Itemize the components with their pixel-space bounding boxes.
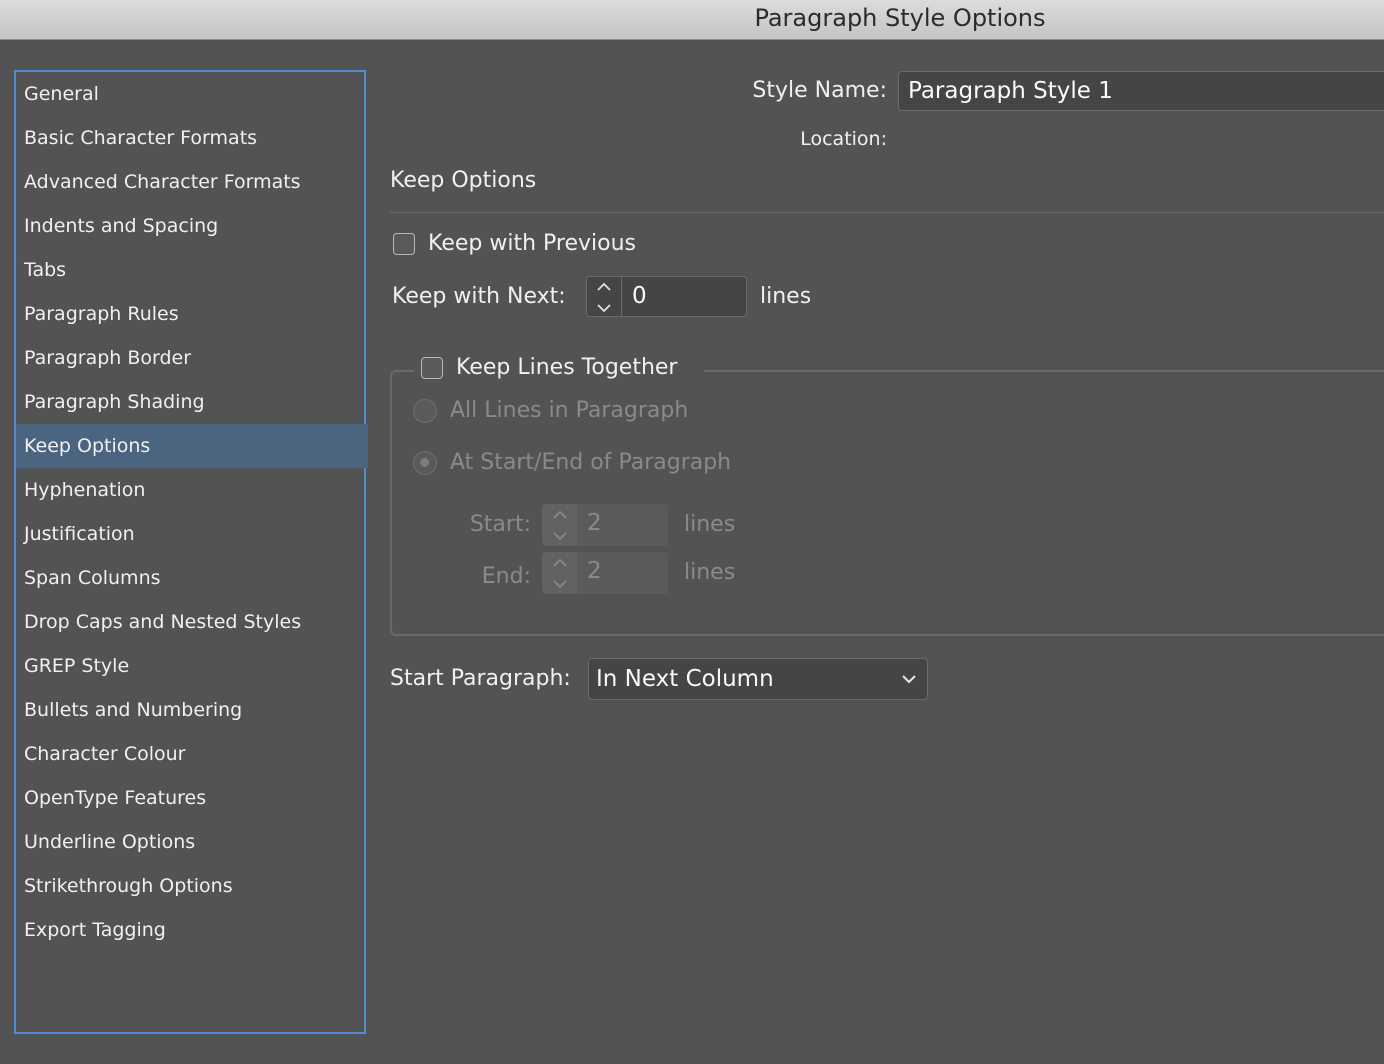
sidebar-item-basic-character-formats[interactable]: Basic Character Formats [16,116,368,160]
up-down-arrows-icon [553,510,567,541]
stepper-arrows-icon[interactable] [542,552,577,594]
end-value[interactable]: 2 [587,552,602,594]
sidebar-item-keep-options[interactable]: Keep Options [16,424,368,468]
keep-with-next-unit: lines [760,284,812,309]
sidebar-item-drop-caps-and-nested-styles[interactable]: Drop Caps and Nested Styles [16,600,368,644]
end-stepper[interactable]: 2 [542,552,668,594]
location-label: Location: [800,128,887,150]
sidebar-item-paragraph-border[interactable]: Paragraph Border [16,336,368,380]
keep-with-next-stepper[interactable]: 0 [586,276,747,317]
keep-with-next-label: Keep with Next: [392,284,566,309]
sidebar-item-paragraph-shading[interactable]: Paragraph Shading [16,380,368,424]
keep-lines-together-checkbox[interactable] [421,357,443,379]
start-end-label: At Start/End of Paragraph [450,450,732,475]
start-label: Start: [469,512,531,537]
start-unit: lines [684,512,736,537]
sidebar-item-bullets-and-numbering[interactable]: Bullets and Numbering [16,688,368,732]
start-paragraph-dropdown[interactable]: In Next Column [588,658,928,700]
start-paragraph-label: Start Paragraph: [390,666,571,691]
chevron-down-icon [902,675,916,684]
sidebar-item-span-columns[interactable]: Span Columns [16,556,368,600]
sidebar-item-strikethrough-options[interactable]: Strikethrough Options [16,864,368,908]
sidebar-item-underline-options[interactable]: Underline Options [16,820,368,864]
stepper-arrows-icon[interactable] [587,277,622,316]
keep-lines-together-label: Keep Lines Together [456,355,678,380]
keep-with-next-value[interactable]: 0 [632,277,647,316]
style-name-label: Style Name: [752,78,887,103]
up-down-arrows-icon [597,282,611,313]
start-paragraph-value: In Next Column [596,666,774,692]
all-lines-label: All Lines in Paragraph [450,398,689,423]
end-unit: lines [684,560,736,585]
sidebar-item-tabs[interactable]: Tabs [16,248,368,292]
section-divider [390,212,1384,213]
start-end-radio[interactable] [413,451,437,475]
sidebar-item-character-colour[interactable]: Character Colour [16,732,368,776]
sidebar-item-opentype-features[interactable]: OpenType Features [16,776,368,820]
keep-with-previous-checkbox[interactable] [393,233,415,255]
sidebar-item-export-tagging[interactable]: Export Tagging [16,908,368,952]
category-list[interactable]: General Basic Character Formats Advanced… [14,70,368,1034]
sidebar-item-paragraph-rules[interactable]: Paragraph Rules [16,292,368,336]
start-value[interactable]: 2 [587,504,602,546]
keep-with-previous-label: Keep with Previous [428,231,637,256]
radio-selected-dot [420,458,429,467]
all-lines-radio[interactable] [413,399,437,423]
section-title: Keep Options [390,168,537,193]
title-bar: Paragraph Style Options [0,0,1384,40]
start-stepper[interactable]: 2 [542,504,668,546]
style-name-input[interactable]: Paragraph Style 1 [898,71,1384,111]
end-label: End: [481,564,531,589]
up-down-arrows-icon [553,558,567,589]
sidebar-item-advanced-character-formats[interactable]: Advanced Character Formats [16,160,368,204]
sidebar-item-grep-style[interactable]: GREP Style [16,644,368,688]
sidebar-item-hyphenation[interactable]: Hyphenation [16,468,368,512]
sidebar-item-justification[interactable]: Justification [16,512,368,556]
sidebar-item-indents-and-spacing[interactable]: Indents and Spacing [16,204,368,248]
stepper-arrows-icon[interactable] [542,504,577,546]
sidebar-item-general[interactable]: General [16,72,368,116]
window-title: Paragraph Style Options [754,4,1046,32]
